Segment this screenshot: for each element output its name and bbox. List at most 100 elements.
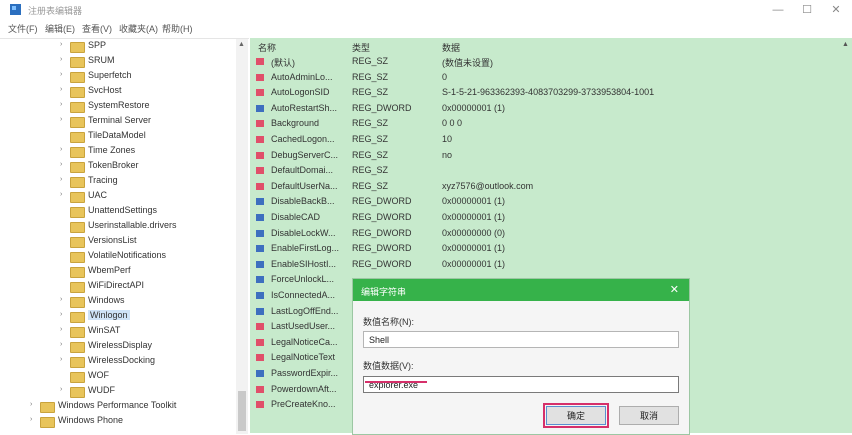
value-row[interactable]: DefaultUserNa... REG_SZ xyz7576@outlook.co… bbox=[250, 179, 840, 194]
folder-icon bbox=[70, 237, 85, 248]
tree-item[interactable]: VolatileNotifications bbox=[0, 249, 236, 264]
value-row[interactable]: (默认) REG_SZ (数值未设置) bbox=[250, 54, 840, 69]
reg-string-icon bbox=[256, 151, 264, 159]
value-row[interactable]: DefaultDomai... REG_SZ bbox=[250, 163, 840, 178]
value-name: DisableBackB... bbox=[271, 196, 335, 207]
reg-string-icon bbox=[256, 167, 264, 175]
scroll-up-arrow-icon[interactable]: ▲ bbox=[238, 41, 245, 48]
tree-item[interactable]: TileDataModel bbox=[0, 129, 236, 144]
value-row[interactable]: AutoLogonSID REG_SZ S-1-5-21-963362393-408… bbox=[250, 85, 840, 100]
tree-item[interactable]: › Terminal Server bbox=[0, 114, 236, 129]
value-name: AutoRestartSh... bbox=[271, 102, 338, 113]
value-data: 0x00000000 (0) bbox=[442, 227, 506, 238]
expand-arrow-icon[interactable]: › bbox=[60, 386, 62, 393]
tree-scrollbar[interactable]: ▲ bbox=[236, 39, 248, 434]
expand-arrow-icon[interactable]: › bbox=[60, 296, 62, 303]
column-type[interactable]: 类型 bbox=[352, 41, 370, 54]
menu-favorites[interactable]: 收藏夹(A) bbox=[119, 22, 158, 35]
value-row[interactable]: CachedLogon... REG_SZ 10 bbox=[250, 132, 840, 147]
tree-item[interactable]: › SystemRestore bbox=[0, 99, 236, 114]
tree-item[interactable]: › Windows bbox=[0, 294, 236, 309]
tree-item[interactable]: › UAC bbox=[0, 189, 236, 204]
value-row[interactable]: DisableBackB... REG_DWORD 0x00000001 (1) bbox=[250, 194, 840, 209]
tree-item[interactable]: › WirelessDocking bbox=[0, 354, 236, 369]
value-row[interactable]: Background REG_SZ 0 0 0 bbox=[250, 116, 840, 131]
expand-arrow-icon[interactable]: › bbox=[60, 161, 62, 168]
menu-help[interactable]: 帮助(H) bbox=[162, 22, 193, 35]
tree-item-label: Time Zones bbox=[88, 145, 136, 155]
close-button[interactable]: ✕ bbox=[826, 3, 846, 17]
tree-item[interactable]: › SvcHost bbox=[0, 84, 236, 99]
expand-arrow-icon[interactable]: › bbox=[60, 101, 62, 108]
tree-item[interactable]: › Windows Performance Toolkit bbox=[0, 399, 236, 414]
tree-item[interactable]: › WUDF bbox=[0, 384, 236, 399]
tree-item[interactable]: WiFiDirectAPI bbox=[0, 279, 236, 294]
tree-item[interactable]: Userinstallable.drivers bbox=[0, 219, 236, 234]
tree-item-label: SystemRestore bbox=[88, 100, 150, 110]
value-data-input[interactable]: explorer.exe bbox=[363, 376, 679, 393]
value-data: (数值未设置) bbox=[442, 58, 493, 68]
tree-item-label: UnattendSettings bbox=[88, 205, 158, 215]
cancel-button[interactable]: 取消 bbox=[619, 406, 679, 425]
folder-icon bbox=[70, 72, 85, 83]
expand-arrow-icon[interactable]: › bbox=[60, 311, 62, 318]
menu-view[interactable]: 查看(V) bbox=[82, 22, 112, 35]
menu-edit[interactable]: 编辑(E) bbox=[45, 22, 75, 35]
folder-icon bbox=[70, 57, 85, 68]
minimize-button[interactable]: — bbox=[768, 3, 788, 17]
expand-arrow-icon[interactable]: › bbox=[60, 146, 62, 153]
value-type: REG_DWORD bbox=[352, 102, 412, 113]
tree-item[interactable]: UnattendSettings bbox=[0, 204, 236, 219]
value-name: DisableCAD bbox=[271, 212, 321, 222]
reg-string-icon bbox=[256, 89, 264, 97]
reg-string-icon bbox=[256, 58, 264, 65]
value-row[interactable]: EnableSIHostI... REG_DWORD 0x00000001 (1) bbox=[250, 257, 840, 272]
tree-item[interactable]: › Time Zones bbox=[0, 144, 236, 159]
value-row[interactable]: AutoAdminLo... REG_SZ 0 bbox=[250, 70, 840, 85]
tree-item[interactable]: › Superfetch bbox=[0, 69, 236, 84]
value-row[interactable]: DisableCAD REG_DWORD 0x00000001 (1) bbox=[250, 210, 840, 225]
registry-tree[interactable]: › SPP › SRUM › Superfetch › SvcHost › SystemResto… bbox=[0, 38, 249, 434]
expand-arrow-icon[interactable]: › bbox=[60, 176, 62, 183]
dialog-close-icon[interactable]: ✕ bbox=[670, 283, 679, 296]
expand-arrow-icon[interactable]: › bbox=[60, 41, 62, 48]
folder-icon bbox=[70, 162, 85, 173]
maximize-button[interactable]: ☐ bbox=[797, 3, 817, 17]
value-data: no bbox=[442, 149, 453, 160]
menu-file[interactable]: 文件(F) bbox=[8, 22, 38, 35]
expand-arrow-icon[interactable]: › bbox=[60, 71, 62, 78]
tree-item[interactable]: VersionsList bbox=[0, 234, 236, 249]
expand-arrow-icon[interactable]: › bbox=[60, 116, 62, 123]
value-row[interactable]: EnableFirstLog... REG_DWORD 0x00000001 (1) bbox=[250, 241, 840, 256]
tree-item[interactable]: › WinSAT bbox=[0, 324, 236, 339]
value-name-field[interactable]: Shell bbox=[363, 331, 679, 348]
tree-item[interactable]: › Windows Phone bbox=[0, 414, 236, 429]
expand-arrow-icon[interactable]: › bbox=[60, 56, 62, 63]
ok-button[interactable]: 确定 bbox=[543, 403, 609, 428]
value-type: REG_DWORD bbox=[352, 243, 412, 254]
expand-arrow-icon[interactable]: › bbox=[60, 191, 62, 198]
values-scrollbar[interactable]: ▲ bbox=[840, 38, 852, 433]
expand-arrow-icon[interactable]: › bbox=[60, 341, 62, 348]
tree-item[interactable]: WOF bbox=[0, 369, 236, 384]
expand-arrow-icon[interactable]: › bbox=[60, 326, 62, 333]
expand-arrow-icon[interactable]: › bbox=[30, 416, 32, 423]
tree-item[interactable]: › SPP bbox=[0, 39, 236, 54]
tree-item[interactable]: › TokenBroker bbox=[0, 159, 236, 174]
value-row[interactable]: DisableLockW... REG_DWORD 0x00000000 (0) bbox=[250, 226, 840, 241]
column-data[interactable]: 数据 bbox=[442, 41, 460, 54]
expand-arrow-icon[interactable]: › bbox=[60, 86, 62, 93]
tree-item[interactable]: › Winlogon bbox=[0, 309, 236, 324]
scroll-up-arrow-icon[interactable]: ▲ bbox=[842, 41, 849, 48]
dialog-title-bar: 编辑字符串 ✕ bbox=[353, 279, 689, 301]
tree-item[interactable]: WbemPerf bbox=[0, 264, 236, 279]
tree-item[interactable]: › WirelessDisplay bbox=[0, 339, 236, 354]
column-name[interactable]: 名称 bbox=[258, 41, 276, 54]
value-row[interactable]: DebugServerC... REG_SZ no bbox=[250, 148, 840, 163]
expand-arrow-icon[interactable]: › bbox=[60, 356, 62, 363]
tree-scroll-thumb[interactable] bbox=[238, 391, 246, 431]
tree-item[interactable]: › SRUM bbox=[0, 54, 236, 69]
expand-arrow-icon[interactable]: › bbox=[30, 401, 32, 408]
tree-item[interactable]: › Tracing bbox=[0, 174, 236, 189]
value-row[interactable]: AutoRestartSh... REG_DWORD 0x00000001 (1) bbox=[250, 101, 840, 116]
